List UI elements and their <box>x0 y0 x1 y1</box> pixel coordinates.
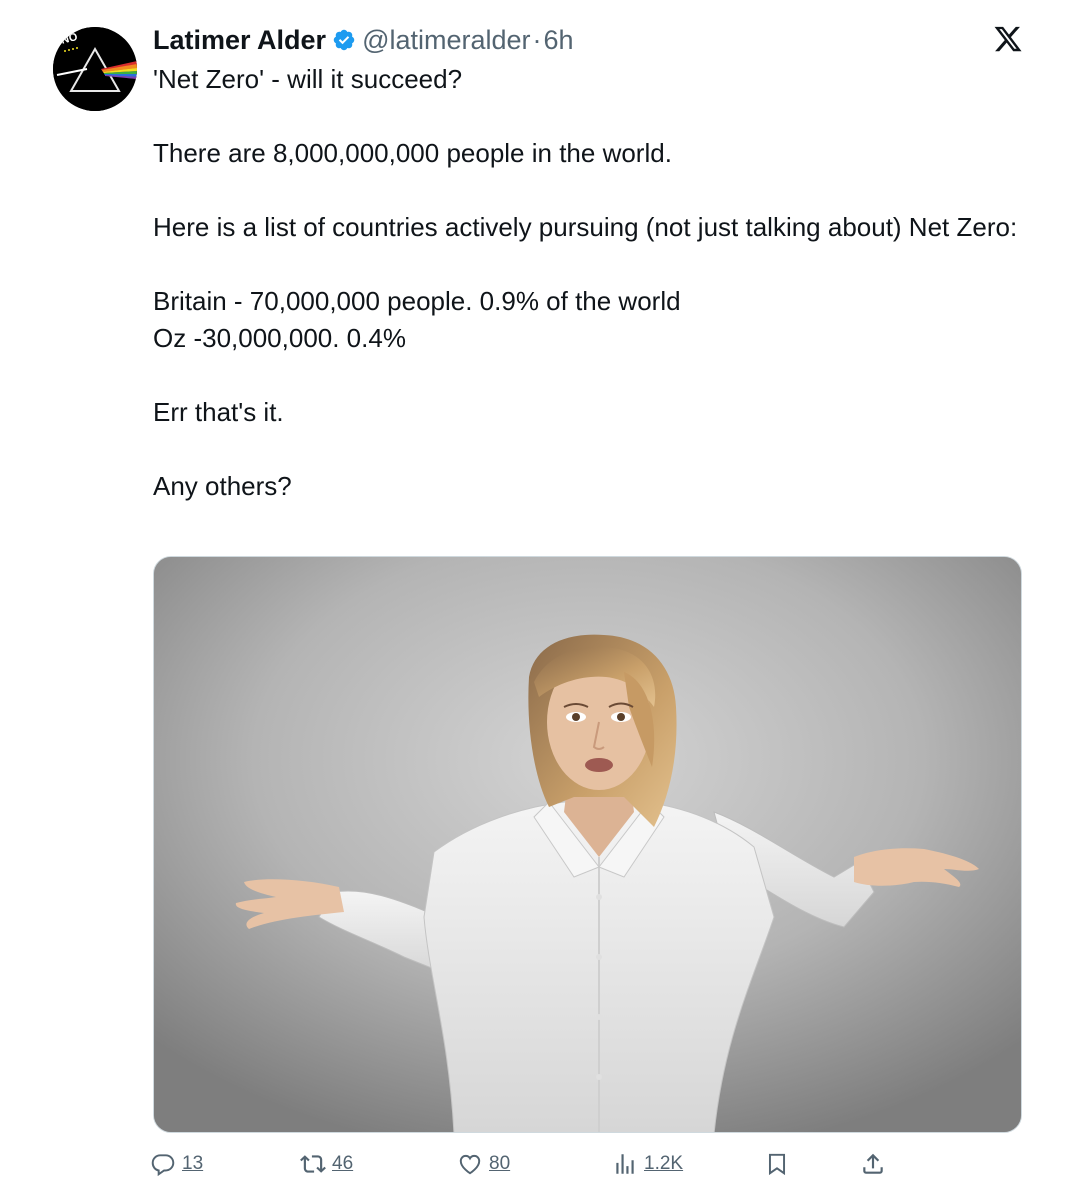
like-count: 80 <box>489 1153 511 1174</box>
like-button[interactable]: 80 <box>457 1146 510 1182</box>
repost-button[interactable]: 46 <box>300 1146 353 1182</box>
tweet-line: Oz -30,000,000. 0.4% <box>153 323 406 353</box>
tweet-line: There are 8,000,000,000 people in the wo… <box>153 138 672 168</box>
x-logo-icon[interactable] <box>993 24 1023 54</box>
bookmark-button[interactable] <box>764 1146 790 1182</box>
reply-button[interactable]: 13 <box>150 1146 203 1182</box>
tweet-line: Any others? <box>153 471 292 501</box>
tweet-line: 'Net Zero' - will it succeed? <box>153 64 463 94</box>
views-icon <box>616 1154 634 1174</box>
reply-icon <box>151 1154 175 1177</box>
timestamp[interactable]: 6h <box>544 25 574 56</box>
avatar[interactable]: NO <box>53 27 137 111</box>
verified-badge-icon[interactable] <box>332 28 356 52</box>
tweet-line: Here is a list of countries actively pur… <box>153 212 1018 242</box>
shrugging-woman-illustration <box>154 557 1021 1132</box>
views-count: 1.2K <box>644 1153 684 1174</box>
display-name[interactable]: Latimer Alder <box>153 25 326 56</box>
prism-logo-icon: NO <box>53 27 137 111</box>
views-button[interactable]: 1.2K <box>612 1146 683 1182</box>
repost-icon <box>300 1155 326 1173</box>
heart-icon <box>459 1154 481 1175</box>
tweet-line: Britain - 70,000,000 people. 0.9% of the… <box>153 286 681 316</box>
share-button[interactable] <box>860 1146 886 1182</box>
tweet-image[interactable] <box>153 556 1022 1133</box>
handle[interactable]: @latimeralder <box>362 25 530 56</box>
share-icon <box>863 1153 883 1174</box>
repost-count: 46 <box>332 1153 354 1174</box>
reply-count: 13 <box>182 1153 204 1174</box>
separator-dot: · <box>532 24 542 55</box>
action-bar: 13 46 80 1.2K <box>150 1146 890 1182</box>
tweet-line: Err that's it. <box>153 397 284 427</box>
tweet-text: 'Net Zero' - will it succeed? There are … <box>153 61 1023 505</box>
tweet-header: Latimer Alder @latimeralder · 6h <box>153 22 574 58</box>
bookmark-icon <box>768 1153 786 1176</box>
